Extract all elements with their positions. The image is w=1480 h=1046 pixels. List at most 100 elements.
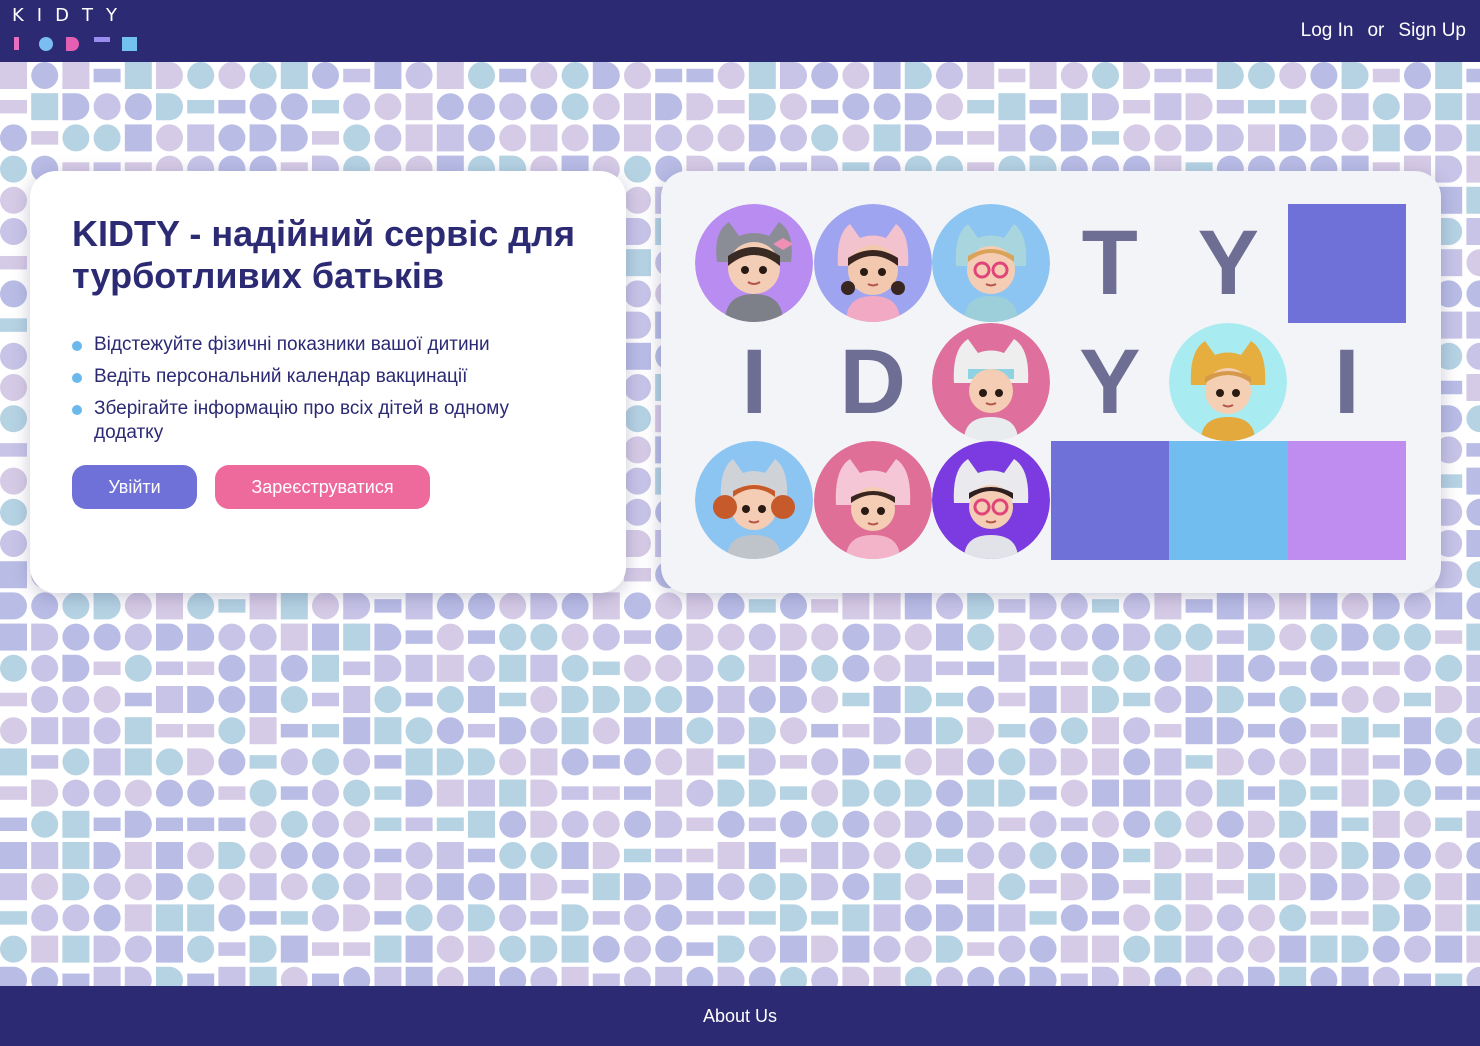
about-us-link[interactable]: About Us <box>703 1006 777 1027</box>
pattern-shape <box>624 405 651 433</box>
pattern-shape <box>717 623 745 651</box>
feature-item: Зберігайте інформацію про всіх дітей в о… <box>72 397 552 445</box>
pattern-shape <box>312 131 339 145</box>
pattern-shape <box>343 661 371 676</box>
pattern-shape <box>1404 904 1431 932</box>
pattern-shape <box>124 904 152 932</box>
pattern-shape <box>748 779 776 807</box>
pattern-shape <box>998 842 1026 869</box>
pattern-shape <box>1248 935 1275 963</box>
pattern-shape <box>811 810 839 838</box>
pattern-shape <box>592 842 620 869</box>
signup-link[interactable]: Sign Up <box>1398 20 1466 42</box>
pattern-shape <box>1248 654 1275 682</box>
pattern-shape <box>1466 342 1480 370</box>
pattern-shape <box>936 692 963 707</box>
pattern-shape <box>405 93 433 121</box>
pattern-shape <box>1466 717 1480 745</box>
pattern-shape <box>998 723 1026 738</box>
pattern-shape <box>1029 879 1057 894</box>
pattern-shape <box>592 623 620 651</box>
pattern-shape <box>624 530 651 557</box>
kidty-logo[interactable]: KIDTY <box>12 6 142 54</box>
pattern-shape <box>0 255 27 270</box>
pattern-shape <box>1029 661 1057 676</box>
pattern-shape <box>686 966 714 986</box>
pattern-shape <box>1092 911 1119 925</box>
pattern-shape <box>405 592 433 620</box>
pattern-shape <box>312 942 339 956</box>
pattern-shape <box>967 873 995 901</box>
pattern-shape <box>1341 661 1369 676</box>
pattern-shape <box>655 592 683 620</box>
pattern-shape <box>93 779 121 807</box>
pattern-shape <box>1435 904 1463 932</box>
pattern-shape <box>780 623 807 651</box>
pattern-shape <box>1310 748 1338 776</box>
pattern-shape <box>811 966 839 986</box>
pattern-shape <box>686 942 714 956</box>
pattern-shape <box>343 966 371 986</box>
pattern-shape <box>748 124 776 152</box>
pattern-shape <box>31 717 59 745</box>
pattern-shape <box>780 755 807 769</box>
collage-cell: T <box>1051 204 1170 323</box>
pattern-shape <box>686 68 714 83</box>
pattern-shape <box>62 592 90 620</box>
pattern-shape <box>0 280 27 308</box>
login-link[interactable]: Log In <box>1301 20 1354 42</box>
pattern-shape <box>1310 654 1338 682</box>
pattern-shape <box>1154 723 1182 738</box>
pattern-shape <box>1341 842 1369 869</box>
pattern-shape <box>1310 93 1338 121</box>
child-avatar-purple-glasses <box>932 441 1051 560</box>
pattern-shape <box>1404 62 1431 89</box>
pattern-shape <box>249 873 277 901</box>
pattern-shape <box>374 93 402 121</box>
pattern-shape <box>499 124 527 152</box>
pattern-shape <box>1185 904 1213 932</box>
pattern-shape <box>1123 879 1151 894</box>
pattern-shape <box>0 498 27 526</box>
pattern-shape <box>187 973 215 986</box>
pattern-shape <box>0 405 27 433</box>
pattern-shape <box>1123 904 1151 932</box>
pattern-shape <box>374 848 402 863</box>
pattern-shape <box>998 935 1026 963</box>
pattern-shape <box>499 692 527 707</box>
pattern-shape <box>93 661 121 676</box>
pattern-shape <box>249 623 277 651</box>
pattern-shape <box>1248 966 1275 986</box>
pattern-shape <box>967 661 995 676</box>
pattern-shape <box>1466 842 1480 869</box>
pattern-shape <box>62 779 90 807</box>
pattern-shape <box>717 654 745 682</box>
pattern-shape <box>1216 686 1244 713</box>
pattern-shape <box>1372 592 1400 620</box>
pattern-shape <box>0 817 27 832</box>
pattern-shape <box>1372 779 1400 807</box>
collage-cell: Y <box>1051 323 1170 442</box>
pattern-shape <box>1185 599 1213 613</box>
pattern-shape <box>967 810 995 838</box>
pattern-shape <box>998 599 1026 613</box>
pattern-shape <box>655 935 683 963</box>
pattern-shape <box>686 623 714 651</box>
collage-cell <box>1287 204 1406 323</box>
pattern-shape <box>1216 592 1244 620</box>
pattern-shape <box>436 124 464 152</box>
pattern-shape <box>998 748 1026 776</box>
pattern-shape <box>1466 311 1480 339</box>
login-button[interactable]: Увійти <box>72 465 197 509</box>
pattern-shape <box>530 810 558 838</box>
pattern-shape <box>468 630 495 644</box>
pattern-shape <box>624 592 651 620</box>
pattern-shape <box>62 686 90 713</box>
pattern-shape <box>249 654 277 682</box>
pattern-shape <box>405 692 433 707</box>
pattern-shape <box>1216 124 1244 152</box>
pattern-shape <box>1123 848 1151 863</box>
pattern-shape <box>904 779 932 807</box>
signup-button[interactable]: Зареєструватися <box>215 465 430 509</box>
pattern-shape <box>1248 124 1275 152</box>
